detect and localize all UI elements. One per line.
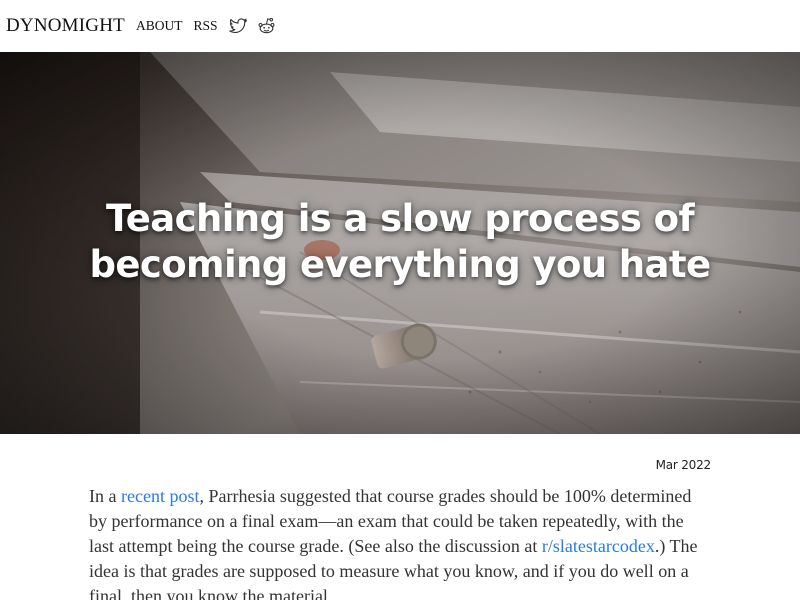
article-title-line-1: Teaching is a slow process of — [106, 197, 695, 240]
site-brand-link[interactable]: DYNOMIGHT — [6, 15, 125, 37]
hero-banner: Teaching is a slow process of becoming e… — [0, 52, 800, 434]
recent-post-link[interactable]: recent post — [121, 486, 199, 506]
top-navigation: DYNOMIGHT ABOUT RSS — [0, 0, 800, 52]
article-date: Mar 2022 — [655, 458, 712, 472]
article-paragraph: In a recent post, Parrhesia suggested th… — [89, 484, 711, 600]
article-title-line-2: becoming everything you hate — [89, 243, 711, 286]
article-text-segment: In a — [89, 486, 121, 506]
slatestarcodex-link[interactable]: r/slatestarcodex — [542, 536, 655, 556]
nav-about-link[interactable]: ABOUT — [136, 18, 183, 34]
article-title: Teaching is a slow process of becoming e… — [40, 196, 760, 288]
reddit-icon[interactable] — [257, 16, 277, 36]
nav-rss-link[interactable]: RSS — [193, 18, 217, 34]
twitter-icon[interactable] — [229, 16, 249, 36]
